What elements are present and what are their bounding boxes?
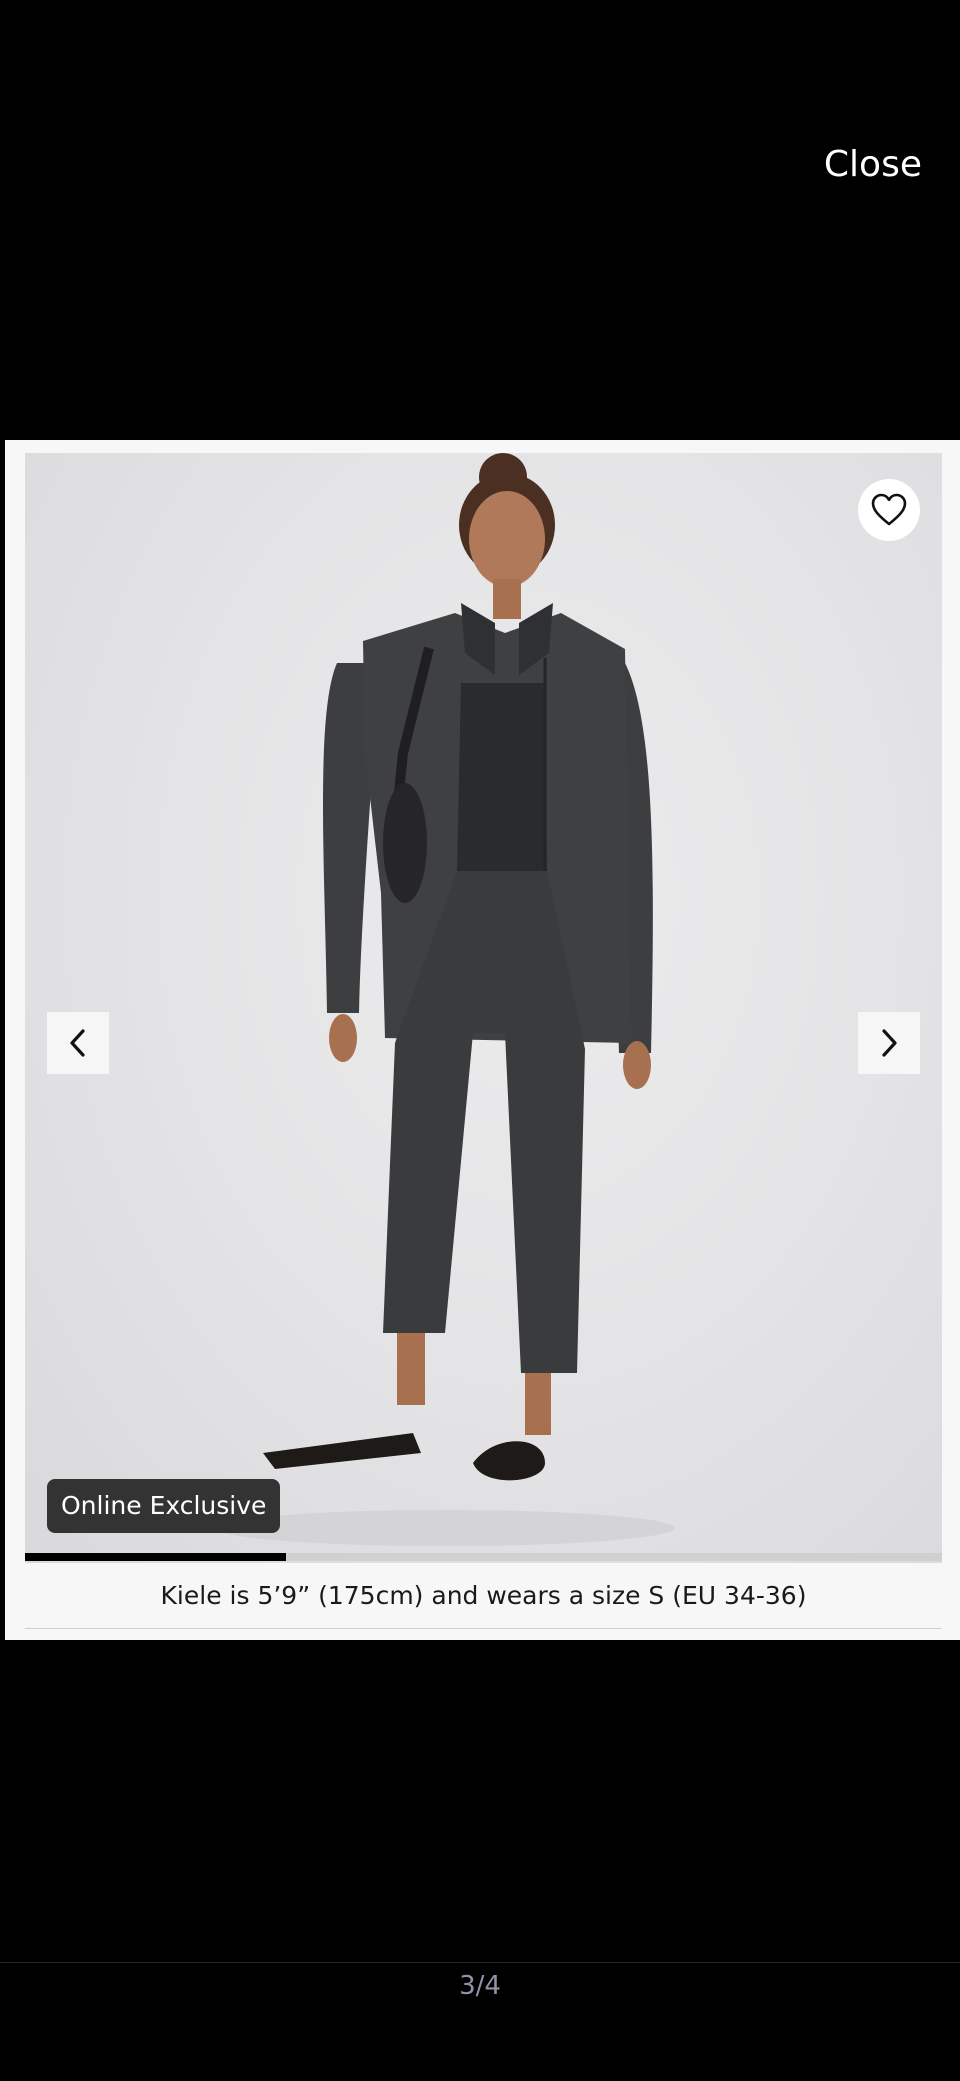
heart-outline-icon [871,493,907,526]
image-card: Online Exclusive Kiele is 5’9” (175cm) a… [5,440,960,1640]
chevron-right-icon [882,1029,897,1057]
image-viewer-screen: Close Online Exclusive Kiele is 5’9” (17… [0,0,960,2081]
model-size-caption: Kiele is 5’9” (175cm) and wears a size S… [160,1581,807,1610]
next-image-button[interactable] [858,1012,920,1074]
favorite-button[interactable] [858,479,920,541]
online-exclusive-badge: Online Exclusive [47,1479,281,1533]
image-progress-fill [25,1553,287,1561]
product-image[interactable]: Online Exclusive [25,453,942,1563]
image-progress-bar [25,1553,942,1561]
caption-divider [25,1628,942,1629]
close-button[interactable]: Close [824,140,922,190]
chevron-left-icon [70,1029,85,1057]
product-photo-model [215,453,675,1546]
image-counter: 3/4 [459,1971,501,2001]
footer-divider [0,1962,960,1963]
previous-image-button[interactable] [47,1012,109,1074]
